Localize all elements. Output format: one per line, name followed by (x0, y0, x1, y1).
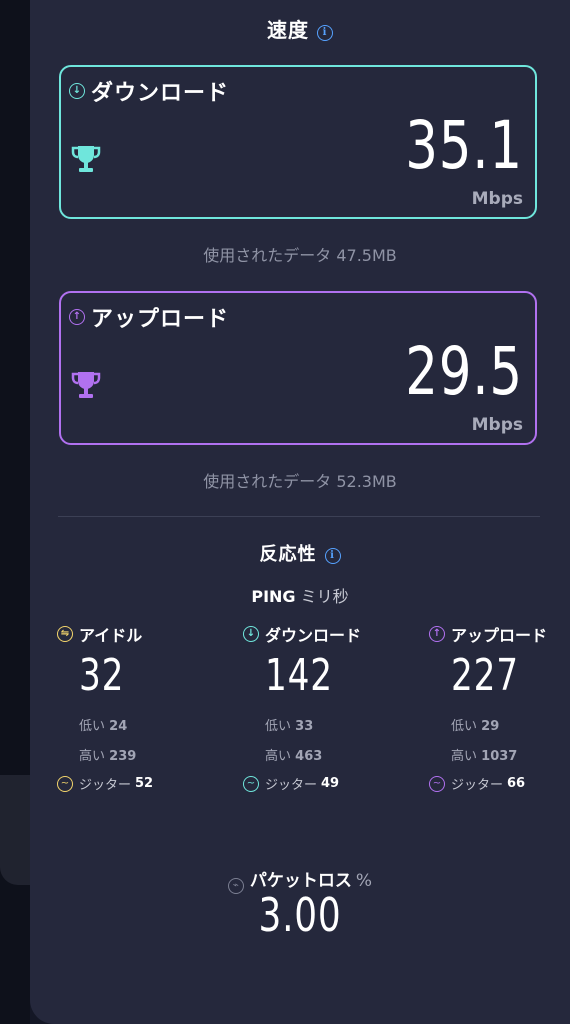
download-ping-value: 142 (265, 650, 333, 701)
left-card-edge (0, 775, 30, 885)
upload-arrow-icon: ↑ (429, 626, 445, 642)
responsiveness-title: 反応性 (259, 544, 317, 565)
upload-jitter: ~ ジッター 66 (429, 774, 570, 793)
download-arrow-icon: ↓ (243, 626, 259, 642)
trophy-icon (71, 372, 101, 398)
upload-low: 低い 29 (451, 719, 500, 734)
download-speed-value: 35.1 (405, 107, 523, 184)
packet-loss-value: 3.00 (258, 888, 342, 942)
info-icon[interactable]: i (324, 547, 341, 564)
download-header: ↓ ダウンロード (69, 75, 229, 107)
download-low: 低い 33 (265, 719, 314, 734)
info-icon[interactable]: i (317, 24, 333, 41)
ping-label: PING (251, 587, 296, 606)
upload-unit: Mbps (471, 415, 523, 435)
speed-title: 速度 (267, 18, 309, 42)
ping-unit: ミリ秒 (300, 587, 349, 606)
idle-header: ⇋ アイドル (57, 622, 217, 646)
idle-jitter: ~ ジッター 52 (57, 774, 217, 793)
idle-icon: ⇋ (57, 626, 73, 642)
upload-speed-value: 29.5 (405, 333, 523, 410)
download-ping-header: ↓ ダウンロード (243, 622, 403, 646)
upload-card: ↑ アップロード 29.5 Mbps (59, 291, 537, 445)
download-card: ↓ ダウンロード 35.1 Mbps (59, 65, 537, 219)
download-high: 高い 463 (265, 749, 323, 764)
trophy-icon (71, 146, 101, 172)
results-panel[interactable]: 速度 i ↓ ダウンロード 35.1 Mbps 使用されたデータ 47.5MB ↑… (30, 0, 570, 1024)
jitter-icon: ~ (243, 775, 259, 792)
responsiveness-section-title: 反応性 i (30, 540, 570, 566)
idle-low: 低い 24 (79, 719, 128, 734)
download-ping-label: ダウンロード (265, 626, 362, 645)
upload-header: ↑ アップロード (69, 301, 229, 333)
speed-section-title: 速度 i (30, 14, 570, 43)
upload-ping-header: ↑ アップロード (429, 622, 570, 646)
idle-label: アイドル (79, 626, 143, 645)
jitter-icon: ~ (57, 775, 73, 792)
upload-ping-value: 227 (451, 650, 519, 701)
ping-download-column: ↓ ダウンロード 142 低い 33 高い 463 ~ ジッター 49 (243, 622, 403, 793)
download-label: ダウンロード (91, 81, 230, 106)
download-arrow-icon: ↓ (69, 83, 85, 99)
upload-label: アップロード (91, 307, 230, 332)
upload-data-used: 使用されたデータ 52.3MB (203, 472, 397, 491)
download-unit: Mbps (471, 189, 523, 209)
idle-high: 高い 239 (79, 749, 137, 764)
ping-idle-column: ⇋ アイドル 32 低い 24 高い 239 ~ ジッター 52 (57, 622, 217, 793)
idle-ping-value: 32 (79, 650, 125, 701)
upload-high: 高い 1037 (451, 749, 518, 764)
upload-arrow-icon: ↑ (69, 309, 85, 325)
download-data-used: 使用されたデータ 47.5MB (203, 246, 397, 265)
section-divider (58, 516, 540, 517)
download-jitter: ~ ジッター 49 (243, 774, 403, 793)
ping-unit-label: PING ミリ秒 (30, 583, 570, 607)
ping-upload-column: ↑ アップロード 227 低い 29 高い 1037 ~ ジッター 66 (429, 622, 570, 793)
jitter-icon: ~ (429, 775, 445, 792)
upload-ping-label: アップロード (451, 626, 548, 645)
